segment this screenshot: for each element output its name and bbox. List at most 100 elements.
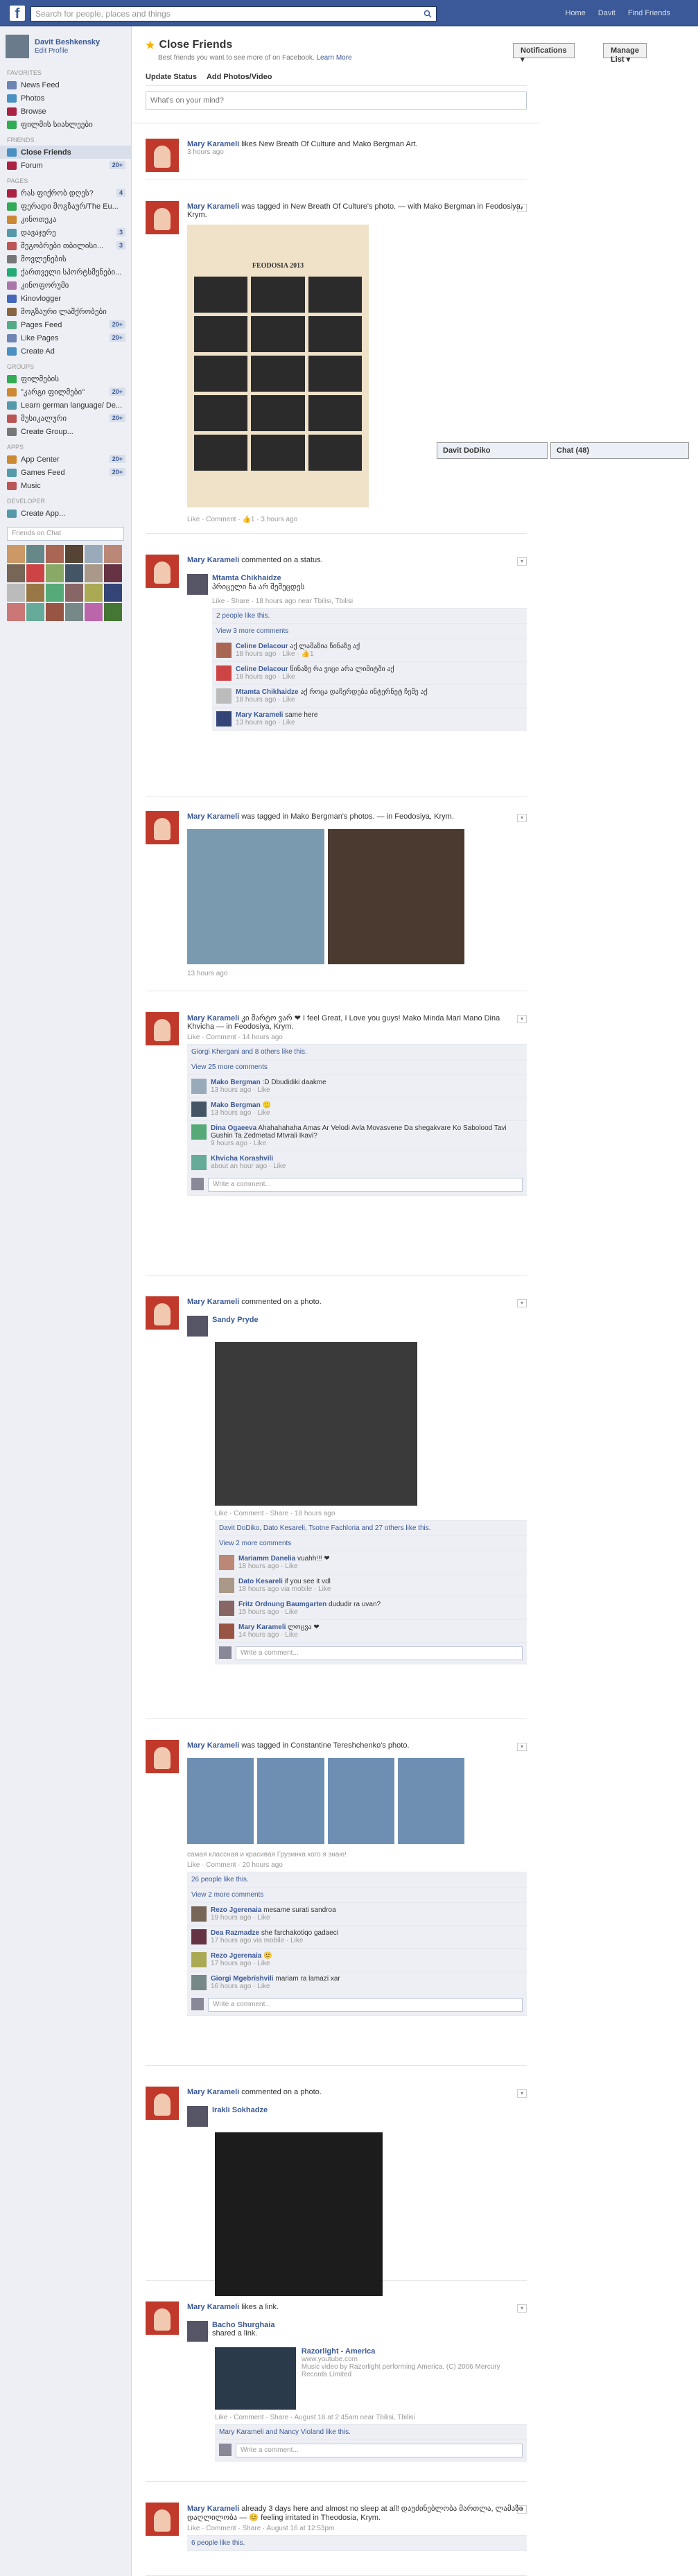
chat-friend-avatar[interactable]: [46, 584, 64, 602]
chat-friend-avatar[interactable]: [46, 545, 64, 563]
sub-actor-avatar[interactable]: [187, 2321, 208, 2342]
sidebar-item-friends-1[interactable]: Forum 20+: [0, 159, 131, 172]
story-avatar[interactable]: [146, 555, 179, 588]
view-more-row[interactable]: View 25 more comments: [187, 1060, 527, 1075]
story-actor[interactable]: Mary Karameli: [187, 812, 239, 821]
view-more-row[interactable]: View 2 more comments: [187, 1888, 527, 1903]
chat-tab-friend[interactable]: Davit DoDiko: [437, 442, 548, 459]
sub-actor-name[interactable]: Bacho Shurghaia: [212, 2321, 274, 2329]
commenter-name[interactable]: Fritz Ordnung Baumgarten: [238, 1601, 326, 1608]
chat-friend-avatar[interactable]: [104, 603, 122, 621]
sidebar-item-favorites-1[interactable]: Photos: [0, 92, 131, 105]
chat-friend-avatar[interactable]: [7, 603, 25, 621]
commenter-name[interactable]: Mako Bergman: [211, 1102, 261, 1109]
sidebar-item-favorites-3[interactable]: ფილმის სიახლეები: [0, 118, 131, 131]
commenter-name[interactable]: Mariamm Danelia: [238, 1555, 295, 1563]
sidebar-item-groups-3[interactable]: მუსიკალური 20+: [0, 412, 131, 425]
likes-text[interactable]: 6 people like this.: [191, 2539, 245, 2547]
sub-actor-avatar[interactable]: [187, 574, 208, 595]
commenter-avatar[interactable]: [191, 1124, 207, 1140]
search-input[interactable]: Search for people, places and things: [30, 6, 437, 21]
commenter-name[interactable]: Celine Delacour: [236, 665, 288, 673]
view-more-comments[interactable]: View 3 more comments: [216, 627, 288, 635]
comment-input[interactable]: Write a comment...: [208, 1998, 523, 2012]
story-actor[interactable]: Mary Karameli: [187, 1298, 239, 1306]
sidebar-item-groups-2[interactable]: Learn german language/ De...: [0, 399, 131, 412]
view-more-comments[interactable]: View 2 more comments: [191, 1891, 263, 1899]
chat-friend-avatar[interactable]: [65, 603, 83, 621]
commenter-avatar[interactable]: [191, 1155, 207, 1170]
learn-more-link[interactable]: Learn More: [316, 54, 351, 62]
manage-list-button[interactable]: Manage List ▾: [603, 43, 647, 64]
likes-text[interactable]: Giorgi Khergani and 8 others like this.: [191, 1048, 307, 1056]
commenter-avatar[interactable]: [191, 1952, 207, 1967]
facebook-logo[interactable]: f: [10, 6, 25, 21]
sidebar-item-pages-0[interactable]: რას ფიქრობ დღეს? 4: [0, 186, 131, 200]
story-actor[interactable]: Mary Karameli: [187, 2303, 239, 2311]
sidebar-item-groups-1[interactable]: "კარგი ფილმები" 20+: [0, 385, 131, 399]
story-avatar[interactable]: [146, 2503, 179, 2536]
commenter-name[interactable]: Mary Karameli: [236, 711, 283, 719]
sidebar-item-pages-11[interactable]: Like Pages 20+: [0, 331, 131, 345]
commenter-name[interactable]: Rezo Jgerenaia: [211, 1952, 261, 1960]
story-actor[interactable]: Mary Karameli: [187, 202, 239, 211]
comment-input[interactable]: Write a comment...: [236, 2444, 523, 2457]
likes-text[interactable]: 2 people like this.: [216, 612, 270, 620]
avatar[interactable]: [6, 35, 29, 58]
link-title[interactable]: Razorlight - America: [302, 2347, 527, 2356]
edit-profile-link[interactable]: Edit Profile: [35, 47, 68, 55]
tagged-photo[interactable]: [187, 829, 324, 964]
chat-friend-avatar[interactable]: [46, 564, 64, 582]
view-more-row[interactable]: View 3 more comments: [212, 624, 527, 639]
story-actor[interactable]: Mary Karameli: [187, 2088, 239, 2096]
chat-friend-avatar[interactable]: [7, 545, 25, 563]
commenter-avatar[interactable]: [191, 1079, 207, 1094]
commenter-avatar[interactable]: [191, 1102, 207, 1117]
commenter-avatar[interactable]: [219, 1578, 234, 1593]
chat-friend-avatar[interactable]: [65, 545, 83, 563]
commenter-avatar[interactable]: [191, 1975, 207, 1990]
chat-friend-avatar[interactable]: [26, 584, 44, 602]
chat-friend-avatar[interactable]: [85, 545, 103, 563]
search-icon[interactable]: [424, 10, 432, 18]
story-avatar[interactable]: [146, 1740, 179, 1773]
commenter-avatar[interactable]: [219, 1555, 234, 1570]
chat-friend-avatar[interactable]: [104, 584, 122, 602]
sidebar-item-favorites-2[interactable]: Browse: [0, 105, 131, 118]
sidebar-item-favorites-0[interactable]: News Feed: [0, 78, 131, 92]
chat-friend-avatar[interactable]: [85, 603, 103, 621]
tagged-photo[interactable]: [257, 1758, 324, 1844]
tagged-photo[interactable]: [327, 829, 464, 964]
story-avatar[interactable]: [146, 2301, 179, 2335]
sidebar-item-pages-8[interactable]: Kinovlogger: [0, 292, 131, 305]
sidebar-item-pages-7[interactable]: კინოფორუმი: [0, 279, 131, 292]
commenter-avatar[interactable]: [219, 1624, 234, 1639]
tagged-poster[interactable]: FEODOSIA 2013: [187, 225, 369, 507]
view-more-comments[interactable]: View 2 more comments: [219, 1540, 291, 1547]
commenter-avatar[interactable]: [219, 1601, 234, 1616]
notifications-button[interactable]: Notifications ▾: [513, 43, 575, 64]
story-avatar[interactable]: [146, 1296, 179, 1330]
commenter-avatar[interactable]: [216, 688, 232, 704]
commenter-name[interactable]: Dina Ogaeeva: [211, 1124, 256, 1132]
sidebar-item-pages-5[interactable]: მოვლენების: [0, 252, 131, 266]
commenter-name[interactable]: Dato Kesareli: [238, 1578, 283, 1585]
story-avatar[interactable]: [146, 1012, 179, 1045]
commenter-name[interactable]: Mako Bergman: [211, 1079, 261, 1086]
nav-profile[interactable]: Davit: [598, 9, 616, 17]
status-input[interactable]: [146, 92, 527, 110]
profile-block[interactable]: Davit Beshkensky Edit Profile: [0, 26, 131, 64]
commenter-avatar[interactable]: [191, 1906, 207, 1922]
story-actor[interactable]: Mary Karameli: [187, 2505, 239, 2513]
chat-search-input[interactable]: Friends on Chat: [7, 527, 124, 541]
commenter-avatar[interactable]: [216, 665, 232, 681]
nav-home[interactable]: Home: [565, 9, 585, 17]
story-actor[interactable]: Mary Karameli: [187, 1741, 239, 1750]
chat-friend-avatar[interactable]: [85, 584, 103, 602]
view-more-row[interactable]: View 2 more comments: [215, 1536, 527, 1551]
chat-friend-avatar[interactable]: [26, 603, 44, 621]
chat-friend-avatar[interactable]: [85, 564, 103, 582]
chat-friend-avatar[interactable]: [7, 584, 25, 602]
add-photos-tab[interactable]: Add Photos/Video: [207, 73, 272, 81]
chat-friend-avatar[interactable]: [104, 545, 122, 563]
